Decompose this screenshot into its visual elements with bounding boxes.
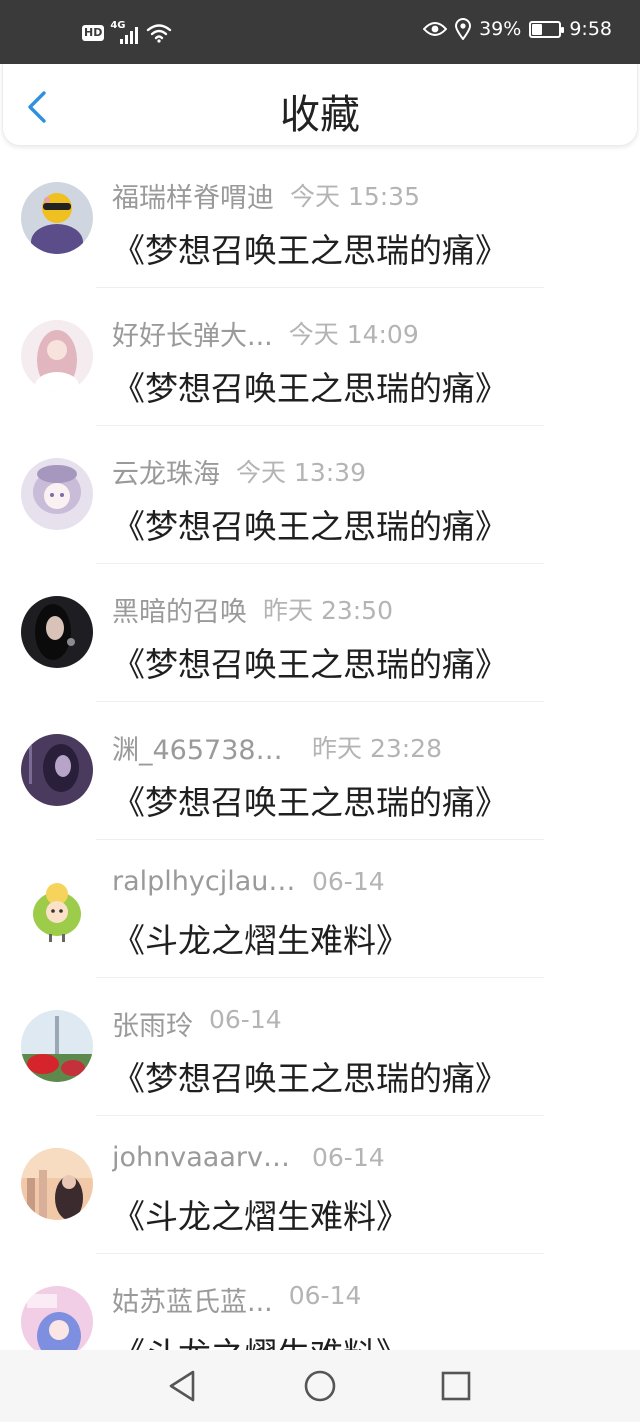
timestamp: 今天 14:09 — [288, 320, 419, 349]
hd-badge: HD — [82, 25, 105, 41]
status-right: 39% 9:58 — [423, 18, 612, 40]
list-item[interactable]: johnvaaarva... 06-14 《斗龙之熠生难料》 — [0, 1116, 640, 1254]
username: 云龙珠海 — [112, 459, 220, 490]
circle-home-icon — [304, 1370, 336, 1402]
navigation-bar — [0, 1350, 640, 1422]
nav-back-button[interactable] — [164, 1368, 200, 1404]
list-item[interactable]: 云龙珠海 今天 13:39 《梦想召唤王之思瑞的痛》 — [0, 426, 640, 564]
timestamp: 06-14 — [312, 1143, 385, 1172]
avatar[interactable] — [21, 1010, 93, 1082]
avatar-image — [21, 872, 93, 944]
timestamp: 今天 15:35 — [290, 182, 420, 211]
username: 好好长弹大... — [112, 321, 273, 352]
clock: 9:58 — [569, 18, 612, 40]
list-item[interactable]: 姑苏蓝氏蓝... 06-14 《斗龙之熠生难料》 — [0, 1254, 640, 1350]
item-title: 《斗龙之熠生难料》 — [112, 921, 409, 960]
avatar-image — [21, 458, 93, 530]
item-title: 《梦想召唤王之思瑞的痛》 — [112, 231, 508, 270]
location-icon — [455, 18, 472, 40]
avatar-image — [21, 1286, 93, 1350]
username: ralplhycjlaur... — [112, 866, 296, 897]
item-title: 《梦想召唤王之思瑞的痛》 — [112, 369, 508, 408]
avatar-image — [21, 596, 93, 668]
username: 张雨玲 — [112, 1011, 193, 1042]
item-title: 《斗龙之熠生难料》 — [112, 1197, 409, 1236]
username: 渊_4657387... — [112, 735, 296, 766]
battery-icon — [529, 20, 565, 38]
timestamp: 06-14 — [288, 1281, 362, 1310]
avatar-image — [21, 1010, 93, 1082]
avatar[interactable] — [21, 1148, 93, 1220]
list-item[interactable]: 黑暗的召唤 昨天 23:50 《梦想召唤王之思瑞的痛》 — [0, 564, 640, 702]
item-title: 《梦想召唤王之思瑞的痛》 — [112, 1059, 508, 1098]
item-title: 《梦想召唤王之思瑞的痛》 — [112, 645, 508, 684]
avatar-image — [21, 734, 93, 806]
status-bar: HD 4G 39% 9:58 — [0, 0, 640, 64]
username: 黑暗的召唤 — [112, 597, 247, 628]
page-title: 收藏 — [280, 92, 360, 138]
timestamp: 06-14 — [312, 867, 385, 896]
item-title: 《斗龙之熠生难料》 — [112, 1328, 409, 1350]
battery-percent: 39% — [479, 18, 522, 40]
item-title: 《梦想召唤王之思瑞的痛》 — [112, 783, 508, 822]
favorites-list: 福瑞样脊喟迪 今天 15:35 《梦想召唤王之思瑞的痛》 好好长弹大... 今天 1… — [0, 150, 640, 1350]
timestamp: 今天 13:39 — [236, 458, 366, 487]
list-item[interactable]: 张雨玲 06-14 《梦想召唤王之思瑞的痛》 — [0, 978, 640, 1116]
item-title: 《梦想召唤王之思瑞的痛》 — [112, 507, 508, 546]
triangle-back-icon — [169, 1370, 195, 1402]
avatar[interactable] — [21, 1286, 93, 1350]
nav-home-button[interactable] — [302, 1368, 338, 1404]
timestamp: 06-14 — [209, 1005, 282, 1034]
list-item[interactable]: 福瑞样脊喟迪 今天 15:35 《梦想召唤王之思瑞的痛》 — [0, 150, 640, 288]
cellular-signal-icon: 4G — [110, 20, 140, 44]
username: 福瑞样脊喟迪 — [112, 183, 274, 214]
avatar[interactable] — [21, 596, 93, 668]
list-item[interactable]: 渊_4657387... 昨天 23:28 《梦想召唤王之思瑞的痛》 — [0, 702, 640, 840]
avatar[interactable] — [21, 182, 93, 254]
avatar-image — [21, 1148, 93, 1220]
list-item[interactable]: ralplhycjlaur... 06-14 《斗龙之熠生难料》 — [0, 840, 640, 978]
nav-recents-button[interactable] — [438, 1368, 474, 1404]
username: johnvaaarva... — [112, 1142, 296, 1173]
header: 收藏 — [2, 64, 638, 146]
avatar[interactable] — [21, 872, 93, 944]
status-left: HD 4G — [82, 20, 172, 44]
timestamp: 昨天 23:28 — [312, 734, 442, 763]
avatar-image — [21, 320, 93, 392]
username: 姑苏蓝氏蓝... — [112, 1287, 273, 1318]
timestamp: 昨天 23:50 — [263, 596, 393, 625]
square-recents-icon — [441, 1371, 471, 1401]
avatar[interactable] — [21, 734, 93, 806]
avatar-image — [21, 182, 93, 254]
avatar[interactable] — [21, 458, 93, 530]
wifi-icon — [147, 24, 172, 43]
list-item[interactable]: 好好长弹大... 今天 14:09 《梦想召唤王之思瑞的痛》 — [0, 288, 640, 426]
avatar[interactable] — [21, 320, 93, 392]
eye-icon — [423, 22, 448, 36]
